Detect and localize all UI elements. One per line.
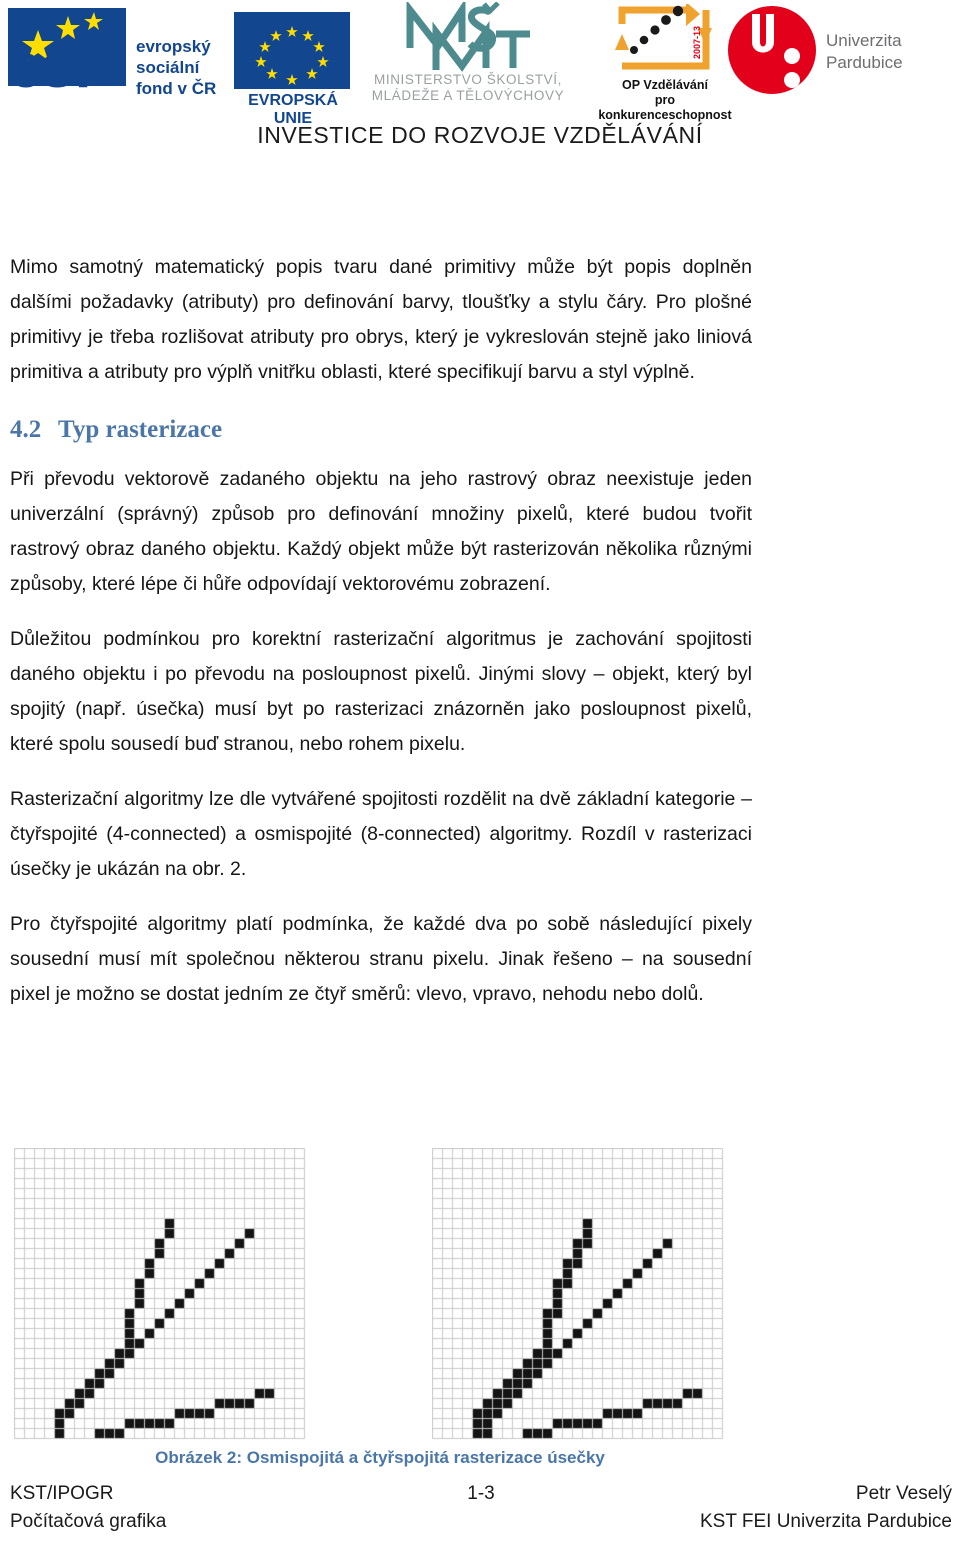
op-vzdelavani-caption: OP Vzdělávání pro konkurenceschopnost — [590, 78, 740, 123]
esf-wordmark: esf — [8, 32, 94, 101]
eu-flag-background — [234, 12, 350, 89]
univerzita-pardubice-logo: Univerzita Pardubice — [726, 4, 952, 108]
footer-course-name: Počítačová grafika — [10, 1511, 167, 1532]
four-connected-raster-figure — [432, 1148, 732, 1448]
upce-mark-icon — [728, 6, 816, 94]
eight-connected-raster-canvas — [14, 1148, 314, 1448]
paragraph-connectivity: Důležitou podmínkou pro korektní rasteri… — [10, 628, 752, 755]
footer-spacer — [324, 1508, 638, 1536]
eight-connected-raster-figure — [14, 1148, 314, 1448]
msmt-caption: MINISTERSTVO ŠKOLSTVÍ, MLÁDEŽE A TĚLOVÝC… — [362, 72, 574, 104]
header-logo-bar: esf evropský sociální fond v ČR EVROPSKÁ… — [0, 0, 960, 175]
footer-institution: KST FEI Univerzita Pardubice — [699, 1511, 952, 1532]
section-title: Typ rasterizace — [58, 416, 223, 443]
paragraph-categories: Rasterizační algoritmy lze dle vytvářené… — [10, 788, 752, 880]
esf-logo: esf evropský sociální fond v ČR — [8, 8, 223, 108]
esf-tagline: evropský sociální fond v ČR — [136, 36, 216, 99]
msmt-caption-line-1: MINISTERSTVO ŠKOLSTVÍ, — [374, 72, 562, 87]
upce-caption-line-2: Pardubice — [826, 53, 903, 72]
op-caption-line-2: pro konkurenceschopnost — [598, 93, 732, 122]
msmt-mark-icon — [406, 2, 530, 72]
investice-slogan: INVESTICE DO ROZVOJE VZDĚLÁVÁNÍ — [257, 122, 703, 148]
msmt-caption-line-2: MLÁDEŽE A TĚLOVÝCHOVY — [371, 88, 565, 103]
op-vzdelavani-mark-icon: 2007-13 — [615, 4, 712, 70]
footer-page-number: 1-3 — [467, 1483, 495, 1504]
op-caption-line-1: OP Vzdělávání — [622, 78, 708, 92]
paragraph-intro: Mimo samotný matematický popis tvaru dan… — [10, 256, 752, 383]
footer-author: Petr Veselý — [855, 1483, 952, 1504]
esf-tagline-line-1: evropský — [136, 37, 211, 56]
paragraph-rasterization-intro: Při převodu vektorově zadaného objektu n… — [10, 468, 752, 595]
op-vzdelavani-logo: 2007-13 OP Vzdělávání pro konkurencescho… — [590, 4, 740, 122]
esf-tagline-line-3: fond v ČR — [136, 79, 217, 98]
section-heading: 4.2 Typ rasterizace — [10, 416, 752, 444]
footer-row-bottom: Počítačová grafika KST FEI Univerzita Pa… — [10, 1508, 952, 1536]
upce-caption: Univerzita Pardubice — [826, 30, 903, 74]
esf-tagline-line-2: sociální — [136, 58, 200, 77]
four-connected-raster-canvas — [432, 1148, 732, 1448]
msmt-logo: MINISTERSTVO ŠKOLSTVÍ, MLÁDEŽE A TĚLOVÝC… — [362, 2, 574, 112]
footer-row-top: KST/IPOGR 1-3 Petr Veselý — [10, 1480, 952, 1508]
op-year-label: 2007-13 — [692, 26, 702, 59]
paragraph-four-connected: Pro čtyřspojité algoritmy platí podmínka… — [10, 913, 752, 1005]
eu-flag-logo: EVROPSKÁ UNIE — [228, 12, 358, 127]
figure-caption: Obrázek 2: Osmispojitá a čtyřspojitá ras… — [155, 1448, 605, 1467]
upce-caption-line-1: Univerzita — [826, 31, 902, 50]
eu-stars-icon — [255, 26, 329, 85]
section-number: 4.2 — [10, 416, 42, 443]
page-footer: KST/IPOGR 1-3 Petr Veselý Počítačová gra… — [10, 1480, 952, 1536]
document-content: Mimo samotný matematický popis tvaru dan… — [10, 250, 752, 1012]
footer-course-code: KST/IPOGR — [10, 1483, 114, 1504]
